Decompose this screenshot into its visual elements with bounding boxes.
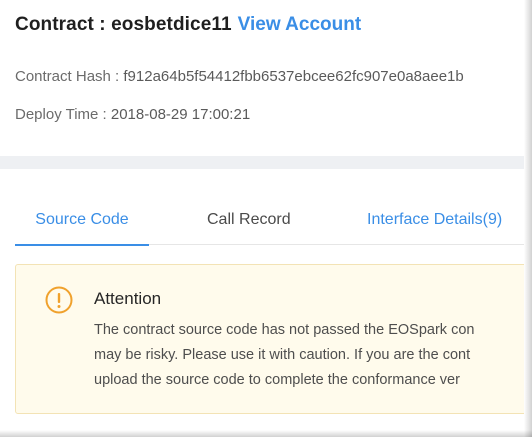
contract-hash-value: f912a64b5f54412fbb6537ebcee62fc907e0a8ae… [123, 68, 464, 85]
tab-bar: Source Code Call Record Interface Detail… [15, 205, 524, 246]
page-frame: Contract : eosbetdice11 View Account Cont… [0, 0, 532, 437]
tab-interface-details[interactable]: Interface Details(9) [367, 205, 502, 245]
window-shadow-right [524, 0, 532, 437]
tab-source-code[interactable]: Source Code [15, 205, 149, 246]
attention-line: may be risky. Please use it with caution… [94, 347, 471, 363]
window-shadow-bottom [0, 430, 532, 437]
attention-message: The contract source code has not passed … [94, 318, 524, 393]
exclamation-circle-icon [45, 286, 73, 314]
deploy-time-label: Deploy Time : [15, 106, 111, 123]
deploy-time-value: 2018-08-29 17:00:21 [110, 106, 251, 123]
contract-hash-row: Contract Hash : f912a64b5f54412fbb6537eb… [15, 68, 464, 85]
section-divider [0, 156, 524, 169]
view-account-link[interactable]: View Account [238, 14, 362, 35]
contract-header: Contract : eosbetdice11 View Account [15, 14, 361, 36]
contract-hash-label: Contract Hash : [15, 68, 124, 85]
attention-line: The contract source code has not passed … [94, 322, 475, 338]
tab-call-record[interactable]: Call Record [207, 205, 291, 245]
deploy-time-row: Deploy Time : 2018-08-29 17:00:21 [15, 106, 250, 123]
contract-title: Contract : eosbetdice11 [15, 14, 232, 35]
attention-line: upload the source code to complete the c… [94, 372, 460, 388]
contract-panel: Contract : eosbetdice11 View Account Cont… [0, 0, 524, 430]
attention-title: Attention [94, 289, 162, 308]
attention-alert: Attention The contract source code has n… [15, 264, 524, 414]
